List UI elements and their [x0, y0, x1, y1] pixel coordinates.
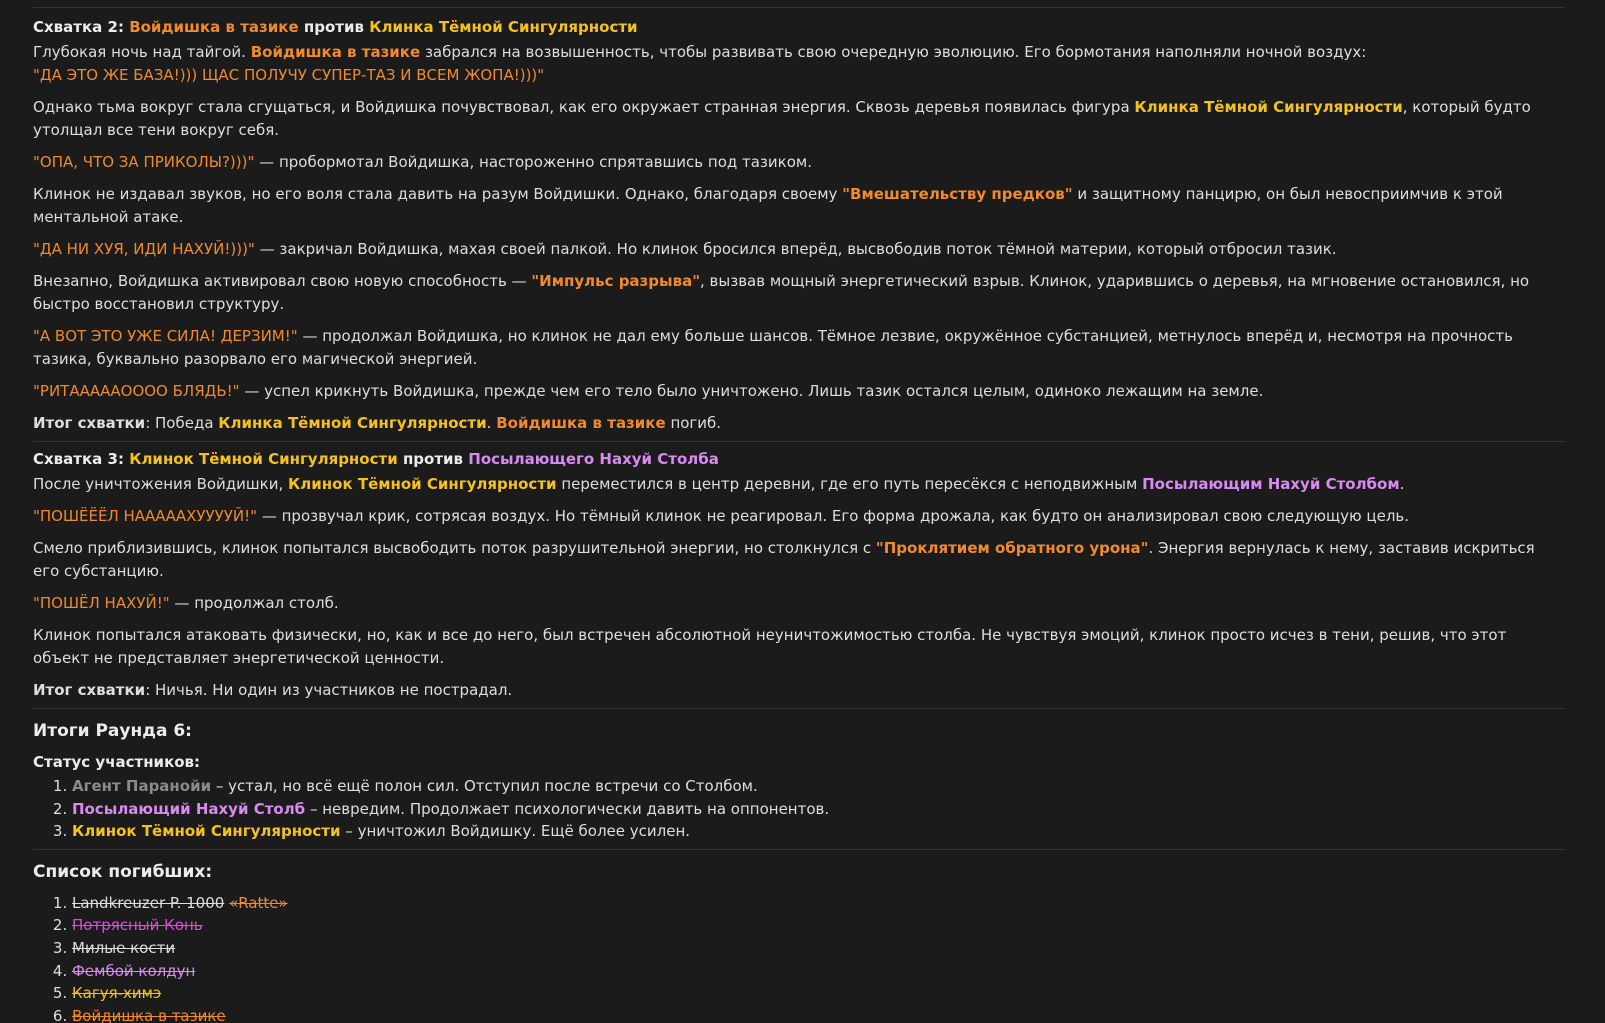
quote: "РИТАААААОООО БЛЯДЬ!": [33, 382, 240, 400]
loser-name: Войдишка в тазике: [496, 414, 666, 432]
paragraph: "ПОШЁЛ НАХУЙ!" — продолжал столб.: [33, 592, 1565, 615]
list-item: Кагуя-химэ: [72, 982, 1565, 1005]
quote: "А ВОТ ЭТО УЖЕ СИЛА! ДЕРЗИМ!": [33, 327, 298, 345]
paragraph: Глубокая ночь над тайгой. Войдишка в таз…: [33, 41, 1565, 64]
fighter-name: Клинок Тёмной Сингулярности: [288, 475, 557, 493]
list-item: Агент Паранойи – устал, но всё ещё полон…: [72, 775, 1565, 798]
paragraph: "ПОШЁЁЁЛ НАААААХУУУУЙ!" — прозвучал крик…: [33, 505, 1565, 528]
list-item: Фембой колдун: [72, 960, 1565, 983]
divider: [33, 708, 1565, 709]
text: — пробормотал Войдишка, настороженно спр…: [259, 153, 812, 171]
status-list: Агент Паранойи – устал, но всё ещё полон…: [33, 775, 1565, 843]
text: Однако тьма вокруг стала сгущаться, и Во…: [33, 98, 1130, 116]
fight2-result: Итог схватки: Победа Клинка Тёмной Сингу…: [33, 412, 1565, 435]
fight3-heading: Схватка 3: Клинок Тёмной Сингулярности п…: [33, 448, 1565, 471]
result-label: Итог схватки: [33, 681, 146, 699]
status-title: Статус участников:: [33, 753, 201, 771]
text: .: [486, 414, 492, 432]
paragraph: Внезапно, Войдишка активировал свою нову…: [33, 270, 1565, 316]
dead-name: Потрясный Конь: [72, 916, 203, 935]
fighter-name: Клинок Тёмной Сингулярности: [129, 450, 398, 468]
divider: [33, 441, 1565, 442]
fighter-name: Войдишка в тазике: [250, 43, 421, 61]
participant-name: Клинок Тёмной Сингулярности: [72, 822, 341, 841]
dead-name: Войдишка в тазике: [72, 1006, 226, 1023]
text: – устал, но всё ещё полон сил. Отступил …: [215, 777, 758, 795]
list-item: Войдишка в тазике: [72, 1005, 1565, 1023]
participant-name: Посылающий Нахуй Столб: [72, 799, 306, 818]
fight-label: Схватка 3:: [33, 450, 124, 468]
dead-list: Landkreuzer P. 1000 «Ratte» Потрясный Ко…: [33, 892, 1565, 1023]
text: погиб.: [670, 414, 722, 432]
text: — успел крикнуть Войдишка, прежде чем ег…: [244, 382, 1264, 400]
paragraph: Смело приблизившись, клинок попытался вы…: [33, 537, 1565, 583]
fighter-name: Войдишка в тазике: [129, 18, 299, 36]
dead-name: Милые кости: [72, 938, 176, 957]
paragraph: "РИТАААААОООО БЛЯДЬ!" — успел крикнуть В…: [33, 380, 1565, 403]
participant-name: Агент Паранойи: [72, 777, 212, 795]
text: Клинок не издавал звуков, но его воля ст…: [33, 185, 838, 203]
text: Клинок попытался атаковать физически, но…: [33, 626, 1507, 667]
fighter-name: Посылающим Нахуй Столбом: [1142, 475, 1400, 493]
text: переместился в центр деревни, где его пу…: [561, 475, 1138, 493]
list-item: Милые кости: [72, 937, 1565, 960]
list-item: Клинок Тёмной Сингулярности – уничтожил …: [72, 820, 1565, 843]
paragraph: "ДА НИ ХУЯ, ИДИ НАХУЙ!)))" — закричал Во…: [33, 238, 1565, 261]
text: : Победа: [145, 414, 214, 432]
dead-name: Кагуя-химэ: [72, 984, 162, 1003]
fighter-name: Клинка Тёмной Сингулярности: [1134, 98, 1403, 116]
dead-name: Landkreuzer P. 1000: [72, 893, 225, 912]
quote: "ПОШЁЁЁЛ НАААААХУУУУЙ!": [33, 507, 258, 525]
ability-name: "Импульс разрыва": [531, 272, 701, 290]
text: – невредим. Продолжает психологически да…: [309, 799, 830, 818]
list-item: Посылающий Нахуй Столб – невредим. Продо…: [72, 798, 1565, 821]
quote: "ОПА, ЧТО ЗА ПРИКОЛЫ?)))": [33, 153, 255, 171]
result-label: Итог схватки: [33, 414, 146, 432]
fight-label: Схватка 2:: [33, 18, 124, 36]
paragraph: Однако тьма вокруг стала сгущаться, и Во…: [33, 96, 1565, 142]
paragraph: "ДА ЭТО ЖЕ БАЗА!))) ЩАС ПОЛУЧУ СУПЕР-ТАЗ…: [33, 64, 1565, 87]
text: — закричал Войдишка, махая своей палкой.…: [259, 240, 1337, 258]
quote: "ДА ЭТО ЖЕ БАЗА!))) ЩАС ПОЛУЧУ СУПЕР-ТАЗ…: [33, 66, 545, 84]
dead-name-accent: «Ratte»: [229, 893, 288, 912]
list-item: Потрясный Конь: [72, 914, 1565, 937]
text: — прозвучал крик, сотрясая воздух. Но тё…: [261, 507, 1410, 525]
ability-name: "Проклятием обратного урона": [875, 539, 1149, 557]
ability-name: "Вмешательству предков": [842, 185, 1073, 203]
summary-title: Итоги Раунда 6:: [33, 721, 192, 741]
paragraph: Клинок попытался атаковать физически, но…: [33, 624, 1565, 670]
paragraph: После уничтожения Войдишки, Клинок Тёмно…: [33, 473, 1565, 496]
quote: "ПОШЁЛ НАХУЙ!": [33, 594, 170, 612]
fighter-name: Клинка Тёмной Сингулярности: [369, 18, 638, 36]
fighter-name: Посылающего Нахуй Столба: [468, 450, 719, 468]
paragraph: Клинок не издавал звуков, но его воля ст…: [33, 183, 1565, 229]
divider: [33, 848, 1565, 850]
text: .: [1399, 475, 1405, 493]
text: После уничтожения Войдишки,: [33, 475, 284, 493]
chat-message-content: Схватка 2: Войдишка в тазике против Клин…: [0, 0, 1605, 1023]
list-item: Landkreuzer P. 1000 «Ratte»: [72, 892, 1565, 915]
paragraph: "ОПА, ЧТО ЗА ПРИКОЛЫ?)))" — пробормотал …: [33, 151, 1565, 174]
text: забрался на возвышенность, чтобы развива…: [424, 43, 1367, 61]
fight3-result: Итог схватки: Ничья. Ни один из участник…: [33, 679, 1565, 702]
winner-name: Клинка Тёмной Сингулярности: [218, 414, 487, 432]
vs-label: против: [402, 450, 464, 468]
text: – уничтожил Войдишку. Ещё более усилен.: [345, 822, 691, 841]
text: — продолжал столб.: [174, 594, 339, 612]
vs-label: против: [303, 18, 364, 36]
text: Внезапно, Войдишка активировал свою нову…: [33, 272, 527, 290]
paragraph: "А ВОТ ЭТО УЖЕ СИЛА! ДЕРЗИМ!" — продолжа…: [33, 325, 1565, 371]
fight2-heading: Схватка 2: Войдишка в тазике против Клин…: [33, 16, 1565, 39]
dead-name: Фембой колдун: [72, 961, 196, 980]
text: Смело приблизившись, клинок попытался вы…: [33, 539, 872, 557]
quote: "ДА НИ ХУЯ, ИДИ НАХУЙ!)))": [33, 240, 255, 258]
text: Глубокая ночь над тайгой.: [33, 43, 246, 61]
dead-title: Список погибших:: [33, 861, 213, 882]
divider: [33, 7, 1565, 8]
text: : Ничья. Ни один из участников не постра…: [145, 681, 513, 699]
